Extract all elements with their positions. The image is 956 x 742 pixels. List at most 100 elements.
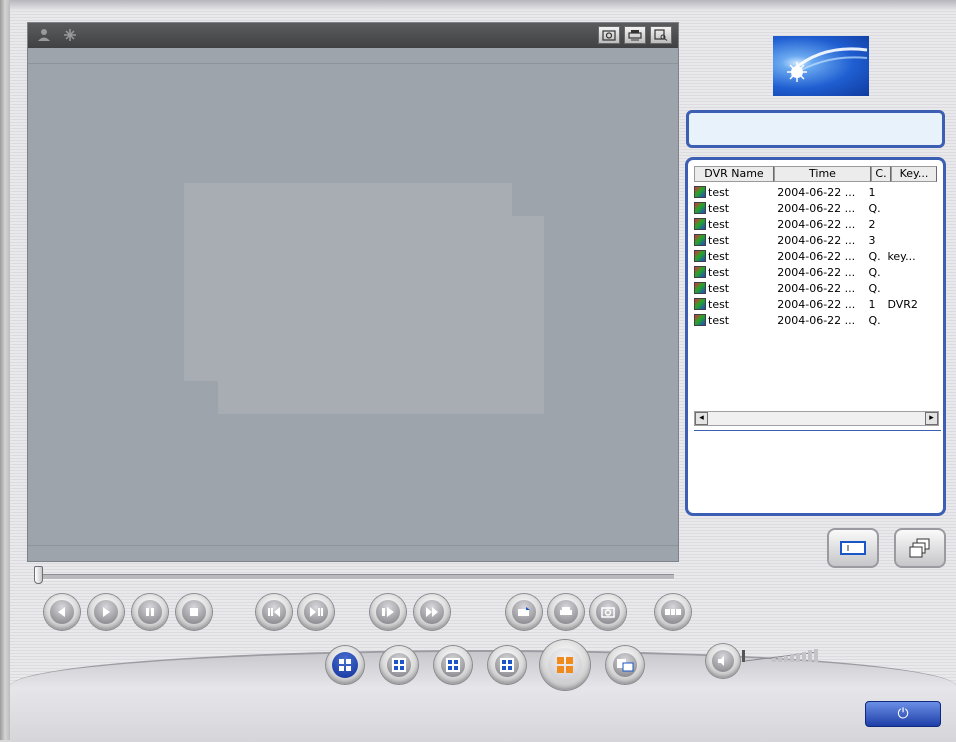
column-channel[interactable]: C. (871, 166, 891, 182)
cell-time: 2004-06-22 ... (777, 265, 856, 279)
cell-dvr-name: test (708, 281, 730, 295)
stop-button[interactable] (176, 594, 212, 630)
search-icon[interactable] (650, 26, 672, 44)
rewind-icon (58, 607, 65, 617)
video-toolbar (28, 23, 678, 48)
single-view-button[interactable] (326, 646, 364, 684)
column-key[interactable]: Key... (891, 166, 937, 182)
info-display (686, 110, 945, 148)
scroll-left-arrow[interactable]: ◂ (695, 412, 708, 425)
pause-icon (146, 608, 154, 616)
sequence-button[interactable] (606, 646, 644, 684)
cell-dvr-name: test (708, 297, 730, 311)
play-icon (103, 607, 110, 617)
video-placeholder (218, 216, 544, 414)
cell-channel: 2 (868, 217, 876, 231)
nine-view-button[interactable] (434, 646, 472, 684)
cell-time: 2004-06-22 ... (777, 281, 856, 295)
snapshot-icon[interactable] (598, 26, 620, 44)
cell-channel: Q. (868, 313, 881, 327)
seek-bar[interactable] (34, 574, 674, 580)
cell-channel: Q. (868, 201, 881, 215)
seek-thumb[interactable] (34, 566, 43, 584)
cell-dvr-name: test (708, 201, 730, 215)
column-dvr-name[interactable]: DVR Name (694, 166, 774, 182)
power-button[interactable]: ⏻ (865, 701, 941, 727)
video-divider (28, 63, 678, 64)
cell-channel: Q. (868, 265, 881, 279)
cell-channel: 1 (868, 297, 876, 311)
fast-button[interactable] (414, 594, 450, 630)
screen-icon (840, 541, 866, 555)
step-back-icon (268, 607, 280, 617)
slow-button[interactable] (370, 594, 406, 630)
video-display[interactable] (27, 22, 679, 562)
cell-channel: 3 (868, 233, 876, 247)
nine-view-icon (446, 658, 460, 672)
cell-channel: 1 (868, 185, 876, 199)
dvr-icon (694, 314, 706, 326)
snapshot-button[interactable] (590, 594, 626, 630)
sequence-icon (617, 659, 634, 672)
list-rows: test 2004-06-22 ... 1 test 2004-06-22 ... Q. t… (694, 184, 937, 328)
dvr-icon (694, 218, 706, 230)
scroll-right-arrow[interactable]: ▸ (925, 412, 938, 425)
cell-channel: Q. (868, 249, 881, 263)
step-back-button[interactable] (256, 594, 292, 630)
pause-button[interactable] (132, 594, 168, 630)
table-row[interactable]: test 2004-06-22 ... Q. (694, 200, 937, 216)
horizontal-scrollbar[interactable]: ◂ ▸ (694, 411, 939, 426)
backup-button[interactable] (655, 594, 691, 630)
power-icon: ⏻ (897, 706, 909, 722)
cell-dvr-name: test (708, 185, 730, 199)
cell-key: DVR2 (887, 297, 918, 311)
dvr-icon (694, 266, 706, 278)
fast-icon (426, 607, 438, 617)
print-icon[interactable] (624, 26, 646, 44)
person-icon[interactable] (34, 27, 54, 43)
play-button[interactable] (88, 594, 124, 630)
dvr-icon (694, 250, 706, 262)
cell-dvr-name: test (708, 313, 730, 327)
table-row[interactable]: test 2004-06-22 ... 3 (694, 232, 937, 248)
volume-button[interactable] (706, 644, 740, 678)
print-button[interactable] (548, 594, 584, 630)
record-button[interactable] (506, 594, 542, 630)
window-left-edge (0, 0, 10, 740)
volume-slider[interactable] (742, 648, 822, 664)
rewind-button[interactable] (44, 594, 80, 630)
backup-icon (665, 609, 681, 615)
cell-time: 2004-06-22 ... (777, 297, 856, 311)
cell-key: key... (887, 249, 916, 263)
sixteen-view-button[interactable] (488, 646, 526, 684)
table-row[interactable]: test 2004-06-22 ... Q. (694, 312, 937, 328)
quad-view-button[interactable] (380, 646, 418, 684)
step-forward-button[interactable] (298, 594, 334, 630)
cell-time: 2004-06-22 ... (777, 201, 856, 215)
column-time[interactable]: Time (774, 166, 871, 182)
cell-time: 2004-06-22 ... (777, 217, 856, 231)
snowflake-icon[interactable] (60, 27, 80, 43)
fullscreen-button[interactable] (827, 528, 879, 568)
event-list-panel: DVR Name Time C. Key... test 2004-06-22 .… (685, 157, 946, 516)
table-row[interactable]: test 2004-06-22 ... 1 DVR2 (694, 296, 937, 312)
table-row[interactable]: test 2004-06-22 ... Q. (694, 264, 937, 280)
table-row[interactable]: test 2004-06-22 ... Q. (694, 280, 937, 296)
step-forward-icon (310, 607, 323, 617)
cell-dvr-name: test (708, 265, 730, 279)
list-header: DVR Name Time C. Key... (694, 166, 937, 182)
dvr-icon (694, 202, 706, 214)
cell-time: 2004-06-22 ... (777, 313, 856, 327)
table-row[interactable]: test 2004-06-22 ... Q. key... (694, 248, 937, 264)
table-row[interactable]: test 2004-06-22 ... 2 (694, 216, 937, 232)
window-button[interactable] (894, 528, 946, 568)
record-icon (518, 607, 530, 616)
cell-dvr-name: test (708, 249, 730, 263)
stop-icon (190, 608, 198, 616)
window-top-edge (10, 0, 956, 10)
cell-time: 2004-06-22 ... (777, 185, 856, 199)
multi-view-button[interactable] (540, 640, 590, 690)
table-row[interactable]: test 2004-06-22 ... 1 (694, 184, 937, 200)
cell-dvr-name: test (708, 217, 730, 231)
quad-view-icon (392, 658, 406, 672)
